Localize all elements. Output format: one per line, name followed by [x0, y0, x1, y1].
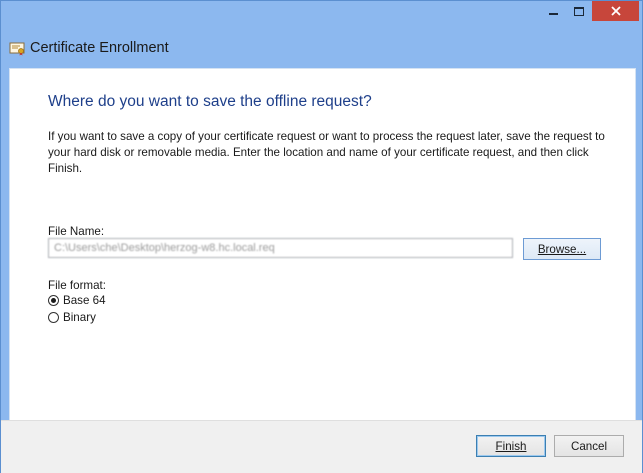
file-format-label: File format: [48, 279, 106, 292]
finish-button[interactable]: Finish [476, 435, 546, 457]
title-bar[interactable] [1, 1, 642, 29]
window-header: Certificate Enrollment [1, 29, 642, 69]
certificate-icon [9, 42, 25, 56]
minimize-icon [548, 13, 558, 15]
file-name-label: File Name: [48, 225, 105, 238]
page-description: If you want to save a copy of your certi… [48, 130, 605, 175]
maximize-button[interactable] [566, 1, 592, 21]
radio-button-selected[interactable] [48, 295, 59, 306]
finish-button-label: Finish [495, 439, 527, 453]
radio-binary-label: Binary [63, 311, 96, 324]
close-button[interactable] [592, 1, 639, 21]
radio-binary[interactable]: Binary [48, 311, 96, 324]
radio-base64-label: Base 64 [63, 294, 106, 307]
wizard-page: Where do you want to save the offline re… [9, 68, 636, 421]
radio-button[interactable] [48, 312, 59, 323]
window-title: Certificate Enrollment [30, 40, 169, 56]
radio-base64[interactable]: Base 64 [48, 294, 106, 307]
minimize-button[interactable] [540, 1, 566, 21]
cancel-button-label: Cancel [570, 439, 608, 453]
browse-button[interactable]: Browse... [523, 238, 601, 260]
file-name-input[interactable] [48, 238, 513, 258]
close-icon [610, 6, 621, 16]
browse-button-label: Browse... [537, 242, 587, 256]
page-heading: Where do you want to save the offline re… [48, 93, 372, 110]
certificate-enrollment-window: Certificate Enrollment Where do you want… [0, 0, 643, 473]
maximize-icon [574, 6, 584, 16]
wizard-footer: Finish Cancel [1, 420, 642, 473]
cancel-button[interactable]: Cancel [554, 435, 624, 457]
